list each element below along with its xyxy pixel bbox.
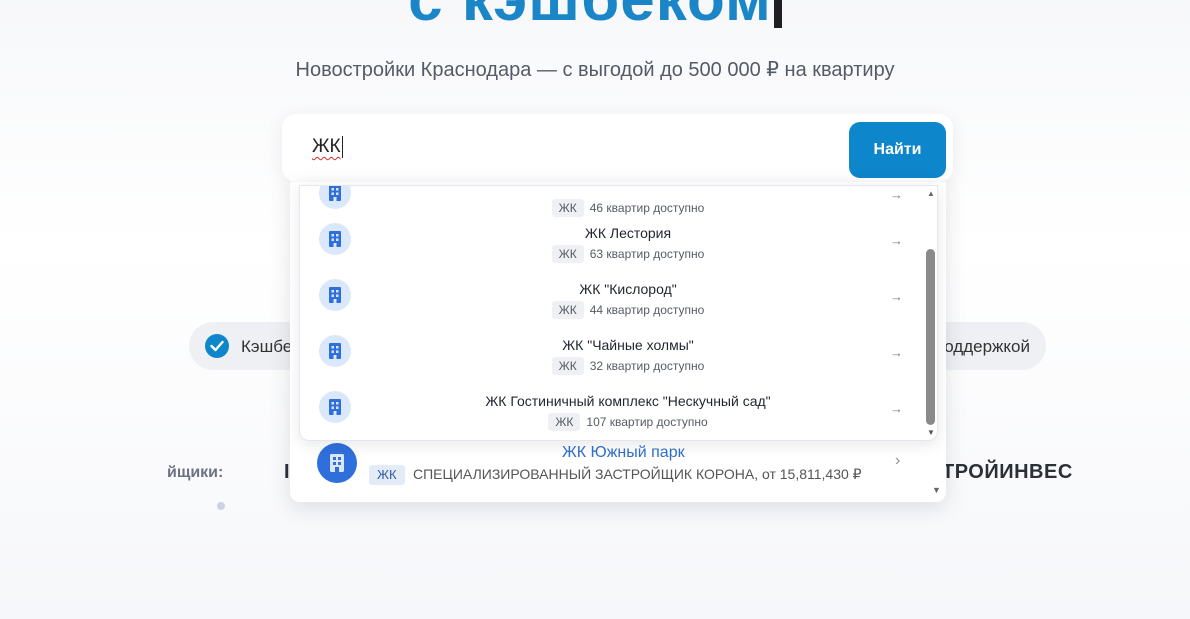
suggestion-count: 107 квартир доступно: [586, 415, 708, 429]
scrollbar-thumb[interactable]: [926, 249, 935, 425]
suggestion-count: 32 квартир доступно: [589, 359, 705, 373]
suggestion-sub: ЖК 107 квартир доступно: [356, 413, 900, 431]
suggestion-sub: ЖК 44 квартир доступно: [356, 301, 900, 319]
input-caret: [341, 136, 343, 158]
find-button[interactable]: Найти: [849, 122, 946, 178]
suggestion-sub: ЖК 63 квартир доступно: [356, 245, 900, 263]
scroll-down-arrow-icon[interactable]: ▼: [927, 428, 935, 437]
building-icon: [319, 335, 351, 367]
feature-cashback-text: Кэшбе: [241, 337, 293, 356]
result-type-badge: ЖК: [369, 465, 405, 485]
scroll-down-arrow-icon[interactable]: ▼: [932, 485, 941, 495]
suggestion-type-badge: ЖК: [551, 357, 584, 375]
hero-title: с кэшбеком: [0, 0, 1190, 35]
suggestion-item[interactable]: ЖК Лестория ЖК 63 квартир доступно →: [300, 211, 920, 267]
suggestion-type-badge: ЖК: [551, 245, 584, 263]
building-icon: [319, 279, 351, 311]
suggestion-type-badge: ЖК: [548, 413, 581, 431]
feature-support-text: оддержкой: [944, 337, 1030, 356]
arrow-right-icon: →: [890, 345, 903, 360]
arrow-right-icon: →: [890, 401, 903, 416]
hero-title-text: с кэшбеком: [408, 0, 772, 34]
suggestion-count: 44 квартир доступно: [589, 303, 705, 317]
suggestion-type-badge: ЖК: [551, 301, 584, 319]
scroll-up-arrow-icon[interactable]: ▲: [927, 189, 935, 198]
search-input-value: ЖК: [312, 136, 341, 158]
developers-label: йщики:: [167, 464, 224, 481]
checkmark-icon: [205, 334, 229, 358]
result-item[interactable]: ЖК Южный парк ЖК СПЕЦИАЛИЗИРОВАННЫЙ ЗАСТ…: [290, 440, 920, 502]
arrow-right-icon: →: [890, 233, 903, 248]
result-title[interactable]: ЖК Южный парк: [562, 444, 685, 462]
suggestion-sub: ЖК 32 квартир доступно: [356, 357, 900, 375]
arrow-right-icon: →: [890, 289, 903, 304]
developer-logo-right[interactable]: ТРОЙИНВЕС: [942, 461, 1073, 484]
suggestion-item[interactable]: ЖК Гостиничный комплекс "Нескучный сад" …: [300, 379, 920, 435]
search-input[interactable]: ЖК: [312, 136, 812, 158]
suggestion-title: ЖК "Чайные холмы": [562, 337, 694, 353]
suggestion-title: ЖК Лестория: [584, 225, 672, 241]
building-icon: [319, 186, 351, 209]
building-icon: [319, 223, 351, 255]
suggestion-title: ЖК Гостиничный комплекс "Нескучный сад": [485, 393, 771, 409]
developer-logo-left[interactable]: I: [284, 461, 290, 484]
arrow-right-icon: →: [890, 187, 903, 202]
suggestion-count: 63 квартир доступно: [589, 247, 705, 261]
carousel-dot[interactable]: [217, 502, 225, 510]
suggestion-scrollbar[interactable]: ▲ ▼: [923, 186, 937, 440]
hero-subtitle: Новостройки Краснодара — с выгодой до 50…: [295, 59, 895, 81]
result-meta: СПЕЦИАЛИЗИРОВАННЫЙ ЗАСТРОЙЩИК КОРОНА, от…: [413, 466, 862, 482]
suggestion-list: ЖК 46 квартир доступно → ЖК Лестория ЖК 63…: [299, 185, 938, 441]
chevron-right-icon: ›: [895, 452, 901, 469]
building-icon: [319, 391, 351, 423]
suggestion-item[interactable]: ЖК "Кислород" ЖК 44 квартир доступно →: [300, 267, 920, 323]
search-bar: ЖК Найти: [282, 114, 953, 182]
suggestion-title: ЖК "Кислород": [579, 281, 677, 297]
hero-text-cursor: [773, 0, 782, 28]
suggestion-item[interactable]: ЖК "Чайные холмы" ЖК 32 квартир доступно …: [300, 323, 920, 379]
building-icon: [317, 443, 357, 483]
